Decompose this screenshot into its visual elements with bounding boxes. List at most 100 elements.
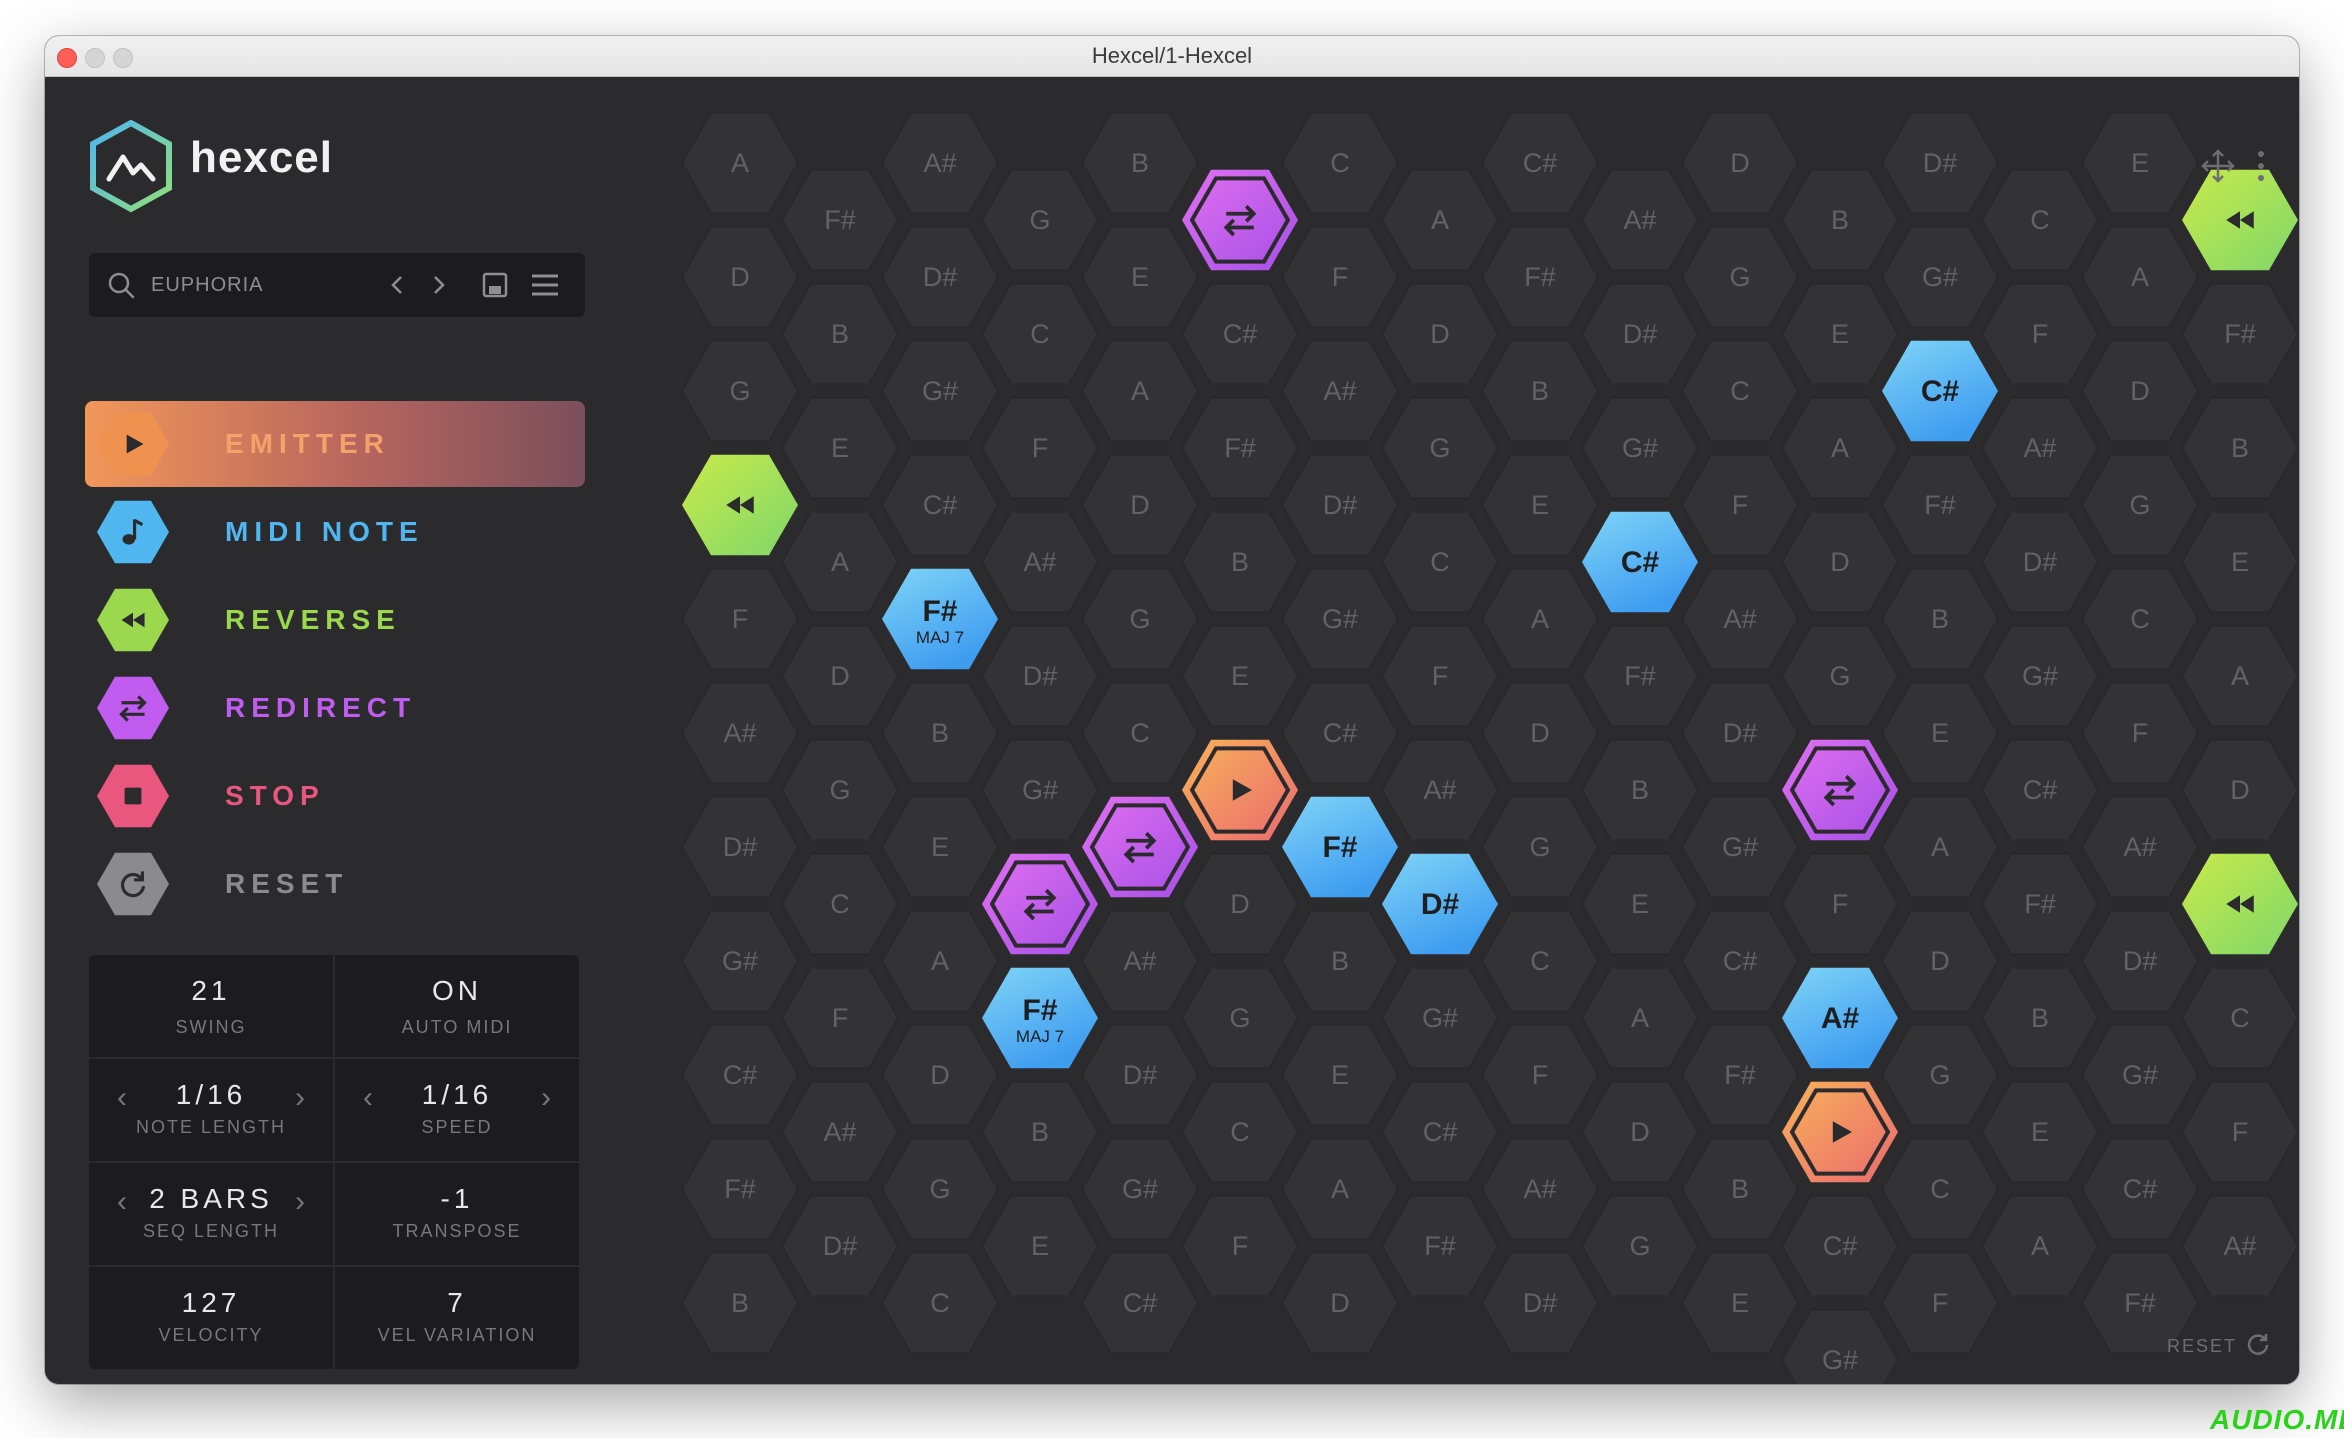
hex-cell[interactable]: D: [1180, 852, 1300, 956]
hex-cell[interactable]: F#: [2180, 282, 2299, 386]
hex-cell[interactable]: E: [1980, 1080, 2100, 1184]
hex-cell[interactable]: E: [880, 795, 1000, 899]
hex-cell[interactable]: F: [1880, 1251, 2000, 1355]
hex-cell[interactable]: A: [1780, 396, 1900, 500]
hex-cell[interactable]: D: [1580, 1080, 1700, 1184]
hex-cell[interactable]: A: [1980, 1194, 2100, 1298]
hex-cell-redirect[interactable]: [1182, 169, 1298, 271]
hex-cell[interactable]: D#: [1480, 1251, 1600, 1355]
hex-cell[interactable]: F: [1780, 852, 1900, 956]
hex-cell[interactable]: C#: [1280, 681, 1400, 785]
hex-cell[interactable]: A#: [1380, 738, 1500, 842]
hex-cell[interactable]: G: [780, 738, 900, 842]
hex-cell[interactable]: C#: [1680, 909, 1800, 1013]
speed-param[interactable]: ‹ 1/16 › SPEED: [335, 1059, 579, 1161]
hex-cell[interactable]: G: [1780, 624, 1900, 728]
hex-grid[interactable]: ADGFA#D#G#C#F#BF#BEADGCFA#D#A#D#G#C#F#MA…: [620, 77, 2299, 1384]
hex-cell[interactable]: D: [1380, 282, 1500, 386]
hex-cell[interactable]: G#: [1380, 966, 1500, 1070]
tool-reverse[interactable]: REVERSE: [85, 577, 585, 663]
tool-midi-note[interactable]: MIDI NOTE: [85, 489, 585, 575]
hex-cell-note[interactable]: F#MAJ 7: [882, 568, 998, 670]
hex-cell[interactable]: G#: [980, 738, 1100, 842]
hex-cell[interactable]: D#: [1080, 1023, 1200, 1127]
chevron-right-icon[interactable]: [423, 269, 455, 301]
hex-cell[interactable]: A#: [2080, 795, 2200, 899]
hex-cell[interactable]: D#: [1880, 111, 2000, 215]
hex-cell[interactable]: B: [1880, 567, 2000, 671]
hex-cell[interactable]: E: [980, 1194, 1100, 1298]
hex-cell[interactable]: G#: [1880, 225, 2000, 329]
hex-cell[interactable]: C#: [1380, 1080, 1500, 1184]
hex-cell[interactable]: E: [1880, 681, 2000, 785]
hex-cell[interactable]: E: [1180, 624, 1300, 728]
hex-cell-redirect[interactable]: [982, 853, 1098, 955]
hex-cell[interactable]: A: [1080, 339, 1200, 443]
hex-cell[interactable]: B: [2180, 396, 2299, 500]
preset-name[interactable]: EUPHORIA: [151, 253, 263, 317]
hex-cell[interactable]: C: [1280, 111, 1400, 215]
hex-cell[interactable]: E: [1080, 225, 1200, 329]
hex-cell-note[interactable]: F#MAJ 7: [982, 967, 1098, 1069]
hex-cell[interactable]: D#: [680, 795, 800, 899]
hex-cell[interactable]: B: [1080, 111, 1200, 215]
chevron-right-icon[interactable]: ›: [295, 1081, 305, 1115]
vel-variation-param[interactable]: 7 VEL VARIATION: [335, 1267, 579, 1369]
hex-cell[interactable]: G: [1080, 567, 1200, 671]
hex-cell[interactable]: B: [880, 681, 1000, 785]
hex-cell[interactable]: D: [1780, 510, 1900, 614]
note-length-param[interactable]: ‹ 1/16 › NOTE LENGTH: [89, 1059, 333, 1161]
hex-cell[interactable]: F#: [1980, 852, 2100, 956]
hex-cell[interactable]: A#: [2180, 1194, 2299, 1298]
chevron-right-icon[interactable]: ›: [541, 1081, 551, 1115]
hex-cell[interactable]: D#: [780, 1194, 900, 1298]
hex-cell[interactable]: G: [1180, 966, 1300, 1070]
move-icon[interactable]: [2201, 149, 2235, 188]
hex-cell[interactable]: D: [1480, 681, 1600, 785]
hex-cell[interactable]: C: [880, 1251, 1000, 1355]
chevron-left-icon[interactable]: [381, 269, 413, 301]
hex-cell-reverse[interactable]: [2182, 169, 2298, 271]
hex-cell[interactable]: D: [680, 225, 800, 329]
hex-cell[interactable]: B: [1980, 966, 2100, 1070]
hex-cell-emitter[interactable]: [1782, 1081, 1898, 1183]
hex-cell[interactable]: F: [1180, 1194, 1300, 1298]
hex-cell[interactable]: D#: [1680, 681, 1800, 785]
hex-cell[interactable]: G#: [680, 909, 800, 1013]
hex-cell[interactable]: G#: [1780, 1308, 1900, 1384]
hex-cell[interactable]: D: [2080, 339, 2200, 443]
hex-cell-note[interactable]: C#: [1582, 511, 1698, 613]
hex-cell[interactable]: B: [1480, 339, 1600, 443]
hex-cell[interactable]: A: [1480, 567, 1600, 671]
hex-cell[interactable]: E: [1280, 1023, 1400, 1127]
hex-cell[interactable]: C#: [1480, 111, 1600, 215]
hex-cell[interactable]: G#: [1280, 567, 1400, 671]
grid-reset-button[interactable]: RESET: [2167, 1331, 2271, 1362]
hex-cell[interactable]: E: [1580, 852, 1700, 956]
hex-cell[interactable]: D#: [1580, 282, 1700, 386]
tool-stop[interactable]: STOP: [85, 753, 585, 839]
hex-cell[interactable]: D: [2180, 738, 2299, 842]
hex-cell[interactable]: F#: [1880, 453, 2000, 557]
hex-cell[interactable]: C#: [680, 1023, 800, 1127]
save-icon[interactable]: [479, 269, 511, 301]
hex-cell-note[interactable]: C#: [1882, 340, 1998, 442]
hex-cell[interactable]: A#: [980, 510, 1100, 614]
hex-cell[interactable]: B: [1280, 909, 1400, 1013]
hex-cell[interactable]: A#: [1480, 1137, 1600, 1241]
hex-cell[interactable]: C#: [2080, 1137, 2200, 1241]
hex-cell[interactable]: F: [1680, 453, 1800, 557]
hex-cell[interactable]: G: [1380, 396, 1500, 500]
tool-redirect[interactable]: REDIRECT: [85, 665, 585, 751]
hex-cell[interactable]: G: [1480, 795, 1600, 899]
hex-cell[interactable]: F: [780, 966, 900, 1070]
hex-cell[interactable]: F#: [1480, 225, 1600, 329]
hex-cell[interactable]: D: [1280, 1251, 1400, 1355]
hex-cell[interactable]: F: [680, 567, 800, 671]
hex-cell[interactable]: A#: [780, 1080, 900, 1184]
hex-cell[interactable]: F: [2180, 1080, 2299, 1184]
hex-cell[interactable]: G#: [1680, 795, 1800, 899]
hex-cell[interactable]: C#: [1180, 282, 1300, 386]
hex-cell[interactable]: A: [1580, 966, 1700, 1070]
hex-cell[interactable]: A#: [880, 111, 1000, 215]
